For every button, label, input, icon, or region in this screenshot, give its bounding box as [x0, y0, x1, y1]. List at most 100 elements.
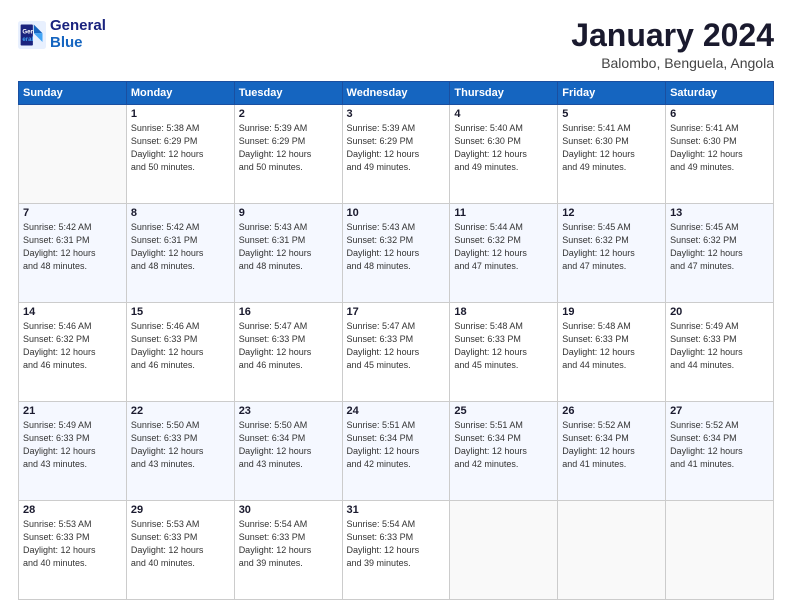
day-info: Sunrise: 5:49 AM Sunset: 6:33 PM Dayligh… — [23, 419, 122, 471]
day-number: 17 — [347, 306, 446, 318]
day-number: 18 — [454, 306, 553, 318]
calendar-cell: 29 Sunrise: 5:53 AM Sunset: 6:33 PM Dayli… — [126, 501, 234, 600]
calendar-header-row: SundayMondayTuesdayWednesdayThursdayFrid… — [19, 82, 774, 105]
day-info: Sunrise: 5:41 AM Sunset: 6:30 PM Dayligh… — [670, 122, 769, 174]
day-info: Sunrise: 5:40 AM Sunset: 6:30 PM Dayligh… — [454, 122, 553, 174]
title-area: January 2024 Balombo, Benguela, Angola — [571, 18, 774, 71]
day-info: Sunrise: 5:47 AM Sunset: 6:33 PM Dayligh… — [239, 320, 338, 372]
day-info: Sunrise: 5:48 AM Sunset: 6:33 PM Dayligh… — [454, 320, 553, 372]
day-info: Sunrise: 5:52 AM Sunset: 6:34 PM Dayligh… — [670, 419, 769, 471]
calendar-cell: 1 Sunrise: 5:38 AM Sunset: 6:29 PM Daylig… — [126, 105, 234, 204]
calendar-cell: 12 Sunrise: 5:45 AM Sunset: 6:32 PM Dayli… — [558, 204, 666, 303]
day-number: 27 — [670, 405, 769, 417]
calendar-cell: 15 Sunrise: 5:46 AM Sunset: 6:33 PM Dayli… — [126, 303, 234, 402]
calendar-cell: 2Sunrise: 5:39 AM Sunset: 6:29 PM Daylig… — [234, 105, 342, 204]
day-info: Sunrise: 5:42 AM Sunset: 6:31 PM Dayligh… — [23, 221, 122, 273]
calendar-cell: 20 Sunrise: 5:49 AM Sunset: 6:33 PM Dayli… — [666, 303, 774, 402]
calendar-cell: 5Sunrise: 5:41 AM Sunset: 6:30 PM Daylig… — [558, 105, 666, 204]
calendar-cell: 14 Sunrise: 5:46 AM Sunset: 6:32 PM Dayli… — [19, 303, 127, 402]
calendar-header-wednesday: Wednesday — [342, 82, 450, 105]
calendar-cell — [19, 105, 127, 204]
calendar-cell: 4 Sunrise: 5:40 AM Sunset: 6:30 PM Daylig… — [450, 105, 558, 204]
day-info: Sunrise: 5:42 AM Sunset: 6:31 PM Dayligh… — [131, 221, 230, 273]
day-number: 11 — [454, 207, 553, 219]
day-number: 31 — [347, 504, 446, 516]
day-info: Sunrise: 5:45 AM Sunset: 6:32 PM Dayligh… — [562, 221, 661, 273]
calendar-cell: 7 Sunrise: 5:42 AM Sunset: 6:31 PM Daylig… — [19, 204, 127, 303]
calendar-cell — [558, 501, 666, 600]
calendar-cell: 6 Sunrise: 5:41 AM Sunset: 6:30 PM Daylig… — [666, 105, 774, 204]
day-info: Sunrise: 5:49 AM Sunset: 6:33 PM Dayligh… — [670, 320, 769, 372]
calendar-cell: 25 Sunrise: 5:51 AM Sunset: 6:34 PM Dayli… — [450, 402, 558, 501]
day-number: 3 — [347, 108, 446, 120]
day-number: 1 — [131, 108, 230, 120]
subtitle: Balombo, Benguela, Angola — [571, 55, 774, 71]
day-info: Sunrise: 5:51 AM Sunset: 6:34 PM Dayligh… — [347, 419, 446, 471]
calendar-header-sunday: Sunday — [19, 82, 127, 105]
day-number: 29 — [131, 504, 230, 516]
day-number: 6 — [670, 108, 769, 120]
day-info: Sunrise: 5:47 AM Sunset: 6:33 PM Dayligh… — [347, 320, 446, 372]
calendar-cell: 26Sunrise: 5:52 AM Sunset: 6:34 PM Dayli… — [558, 402, 666, 501]
day-info: Sunrise: 5:48 AM Sunset: 6:33 PM Dayligh… — [562, 320, 661, 372]
day-info: Sunrise: 5:44 AM Sunset: 6:32 PM Dayligh… — [454, 221, 553, 273]
day-number: 9 — [239, 207, 338, 219]
day-info: Sunrise: 5:54 AM Sunset: 6:33 PM Dayligh… — [239, 518, 338, 570]
calendar-cell — [666, 501, 774, 600]
day-info: Sunrise: 5:46 AM Sunset: 6:33 PM Dayligh… — [131, 320, 230, 372]
logo: Gen eral General Blue — [18, 18, 106, 51]
day-info: Sunrise: 5:53 AM Sunset: 6:33 PM Dayligh… — [131, 518, 230, 570]
day-info: Sunrise: 5:43 AM Sunset: 6:32 PM Dayligh… — [347, 221, 446, 273]
day-info: Sunrise: 5:39 AM Sunset: 6:29 PM Dayligh… — [347, 122, 446, 174]
calendar-cell: 13 Sunrise: 5:45 AM Sunset: 6:32 PM Dayli… — [666, 204, 774, 303]
day-number: 7 — [23, 207, 122, 219]
day-number: 5 — [562, 108, 661, 120]
day-info: Sunrise: 5:50 AM Sunset: 6:34 PM Dayligh… — [239, 419, 338, 471]
day-number: 20 — [670, 306, 769, 318]
day-number: 22 — [131, 405, 230, 417]
calendar-cell: 19 Sunrise: 5:48 AM Sunset: 6:33 PM Dayli… — [558, 303, 666, 402]
calendar-header-saturday: Saturday — [666, 82, 774, 105]
day-number: 19 — [562, 306, 661, 318]
logo-text: General Blue — [50, 18, 106, 51]
svg-text:eral: eral — [22, 36, 33, 43]
calendar-header-thursday: Thursday — [450, 82, 558, 105]
page: Gen eral General Blue January 2024 Balom… — [0, 0, 792, 612]
day-number: 4 — [454, 108, 553, 120]
day-info: Sunrise: 5:38 AM Sunset: 6:29 PM Dayligh… — [131, 122, 230, 174]
day-number: 24 — [347, 405, 446, 417]
calendar-cell: 31Sunrise: 5:54 AM Sunset: 6:33 PM Dayli… — [342, 501, 450, 600]
calendar-header-friday: Friday — [558, 82, 666, 105]
day-number: 23 — [239, 405, 338, 417]
main-title: January 2024 — [571, 18, 774, 53]
calendar-cell: 24 Sunrise: 5:51 AM Sunset: 6:34 PM Dayli… — [342, 402, 450, 501]
svg-text:Gen: Gen — [22, 28, 34, 35]
calendar-cell: 22Sunrise: 5:50 AM Sunset: 6:33 PM Dayli… — [126, 402, 234, 501]
day-info: Sunrise: 5:52 AM Sunset: 6:34 PM Dayligh… — [562, 419, 661, 471]
day-number: 13 — [670, 207, 769, 219]
logo-icon: Gen eral — [18, 21, 46, 49]
calendar-cell: 18 Sunrise: 5:48 AM Sunset: 6:33 PM Dayli… — [450, 303, 558, 402]
calendar-cell: 28Sunrise: 5:53 AM Sunset: 6:33 PM Dayli… — [19, 501, 127, 600]
day-number: 12 — [562, 207, 661, 219]
calendar-week-1: 1 Sunrise: 5:38 AM Sunset: 6:29 PM Daylig… — [19, 105, 774, 204]
calendar-week-2: 7 Sunrise: 5:42 AM Sunset: 6:31 PM Daylig… — [19, 204, 774, 303]
calendar-cell: 11 Sunrise: 5:44 AM Sunset: 6:32 PM Dayli… — [450, 204, 558, 303]
day-info: Sunrise: 5:51 AM Sunset: 6:34 PM Dayligh… — [454, 419, 553, 471]
day-info: Sunrise: 5:53 AM Sunset: 6:33 PM Dayligh… — [23, 518, 122, 570]
day-info: Sunrise: 5:43 AM Sunset: 6:31 PM Dayligh… — [239, 221, 338, 273]
calendar-cell: 21Sunrise: 5:49 AM Sunset: 6:33 PM Dayli… — [19, 402, 127, 501]
day-number: 15 — [131, 306, 230, 318]
calendar-cell: 30Sunrise: 5:54 AM Sunset: 6:33 PM Dayli… — [234, 501, 342, 600]
calendar-cell: 10Sunrise: 5:43 AM Sunset: 6:32 PM Dayli… — [342, 204, 450, 303]
day-info: Sunrise: 5:46 AM Sunset: 6:32 PM Dayligh… — [23, 320, 122, 372]
calendar-week-3: 14 Sunrise: 5:46 AM Sunset: 6:32 PM Dayli… — [19, 303, 774, 402]
calendar-week-5: 28Sunrise: 5:53 AM Sunset: 6:33 PM Dayli… — [19, 501, 774, 600]
day-number: 14 — [23, 306, 122, 318]
day-info: Sunrise: 5:45 AM Sunset: 6:32 PM Dayligh… — [670, 221, 769, 273]
calendar-table: SundayMondayTuesdayWednesdayThursdayFrid… — [18, 81, 774, 600]
header: Gen eral General Blue January 2024 Balom… — [18, 18, 774, 71]
day-number: 25 — [454, 405, 553, 417]
calendar-cell: 27 Sunrise: 5:52 AM Sunset: 6:34 PM Dayli… — [666, 402, 774, 501]
calendar-cell: 23 Sunrise: 5:50 AM Sunset: 6:34 PM Dayli… — [234, 402, 342, 501]
